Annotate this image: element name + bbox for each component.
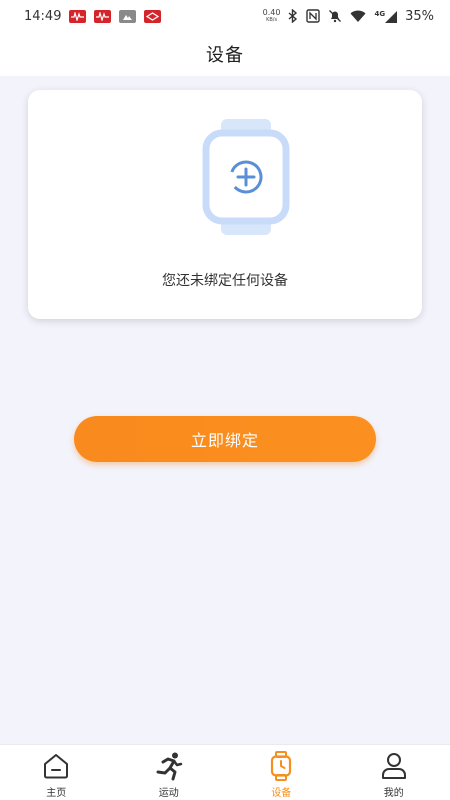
device-screen: 14:49 0.40 KB/s 4G 35% 设备 您还未绑定任何设备 立即绑定…	[0, 0, 450, 800]
status-bar: 14:49 0.40 KB/s 4G 35%	[0, 0, 450, 32]
network-speed-value: 0.40	[262, 8, 281, 17]
bind-now-button[interactable]: 立即绑定	[74, 416, 376, 462]
app-header: 设备	[0, 32, 450, 76]
app-notification-icon	[144, 9, 162, 23]
app-notification-icon	[69, 9, 87, 23]
image-notification-icon	[119, 9, 137, 23]
bottom-nav: 主页 运动 设备 我的	[0, 744, 450, 800]
empty-device-card: 您还未绑定任何设备	[28, 90, 422, 319]
nav-item-mine[interactable]: 我的	[338, 745, 450, 800]
wifi-icon	[350, 10, 366, 22]
nav-label-home: 主页	[46, 788, 67, 799]
home-icon	[44, 754, 69, 779]
person-icon	[381, 753, 406, 779]
nav-label-device: 设备	[271, 788, 292, 799]
watch-add-icon[interactable]	[196, 117, 296, 237]
status-right: 0.40 KB/s 4G 35%	[263, 9, 434, 24]
network-speed: 0.40 KB/s	[262, 8, 281, 24]
cellular-type-label: 4G	[374, 9, 386, 18]
running-person-icon	[156, 752, 182, 781]
app-notification-icon	[94, 9, 112, 23]
page-title: 设备	[206, 45, 244, 66]
watch-icon	[271, 751, 292, 781]
bluetooth-icon	[289, 9, 298, 23]
status-time: 14:49	[24, 8, 62, 24]
nav-item-device[interactable]: 设备	[225, 745, 338, 800]
nav-item-home[interactable]: 主页	[0, 745, 113, 800]
mute-icon	[329, 10, 342, 23]
nav-label-sport: 运动	[158, 788, 179, 799]
no-device-message: 您还未绑定任何设备	[162, 273, 288, 289]
battery-percent: 35%	[405, 8, 434, 24]
status-left: 14:49	[24, 8, 162, 24]
nfc-icon	[306, 9, 321, 23]
cellular-signal-icon	[385, 10, 398, 23]
nav-label-mine: 我的	[383, 788, 404, 799]
cellular-signal: 4G	[374, 9, 398, 23]
network-speed-unit: KB/s	[266, 17, 278, 23]
nav-item-sport[interactable]: 运动	[113, 745, 226, 800]
